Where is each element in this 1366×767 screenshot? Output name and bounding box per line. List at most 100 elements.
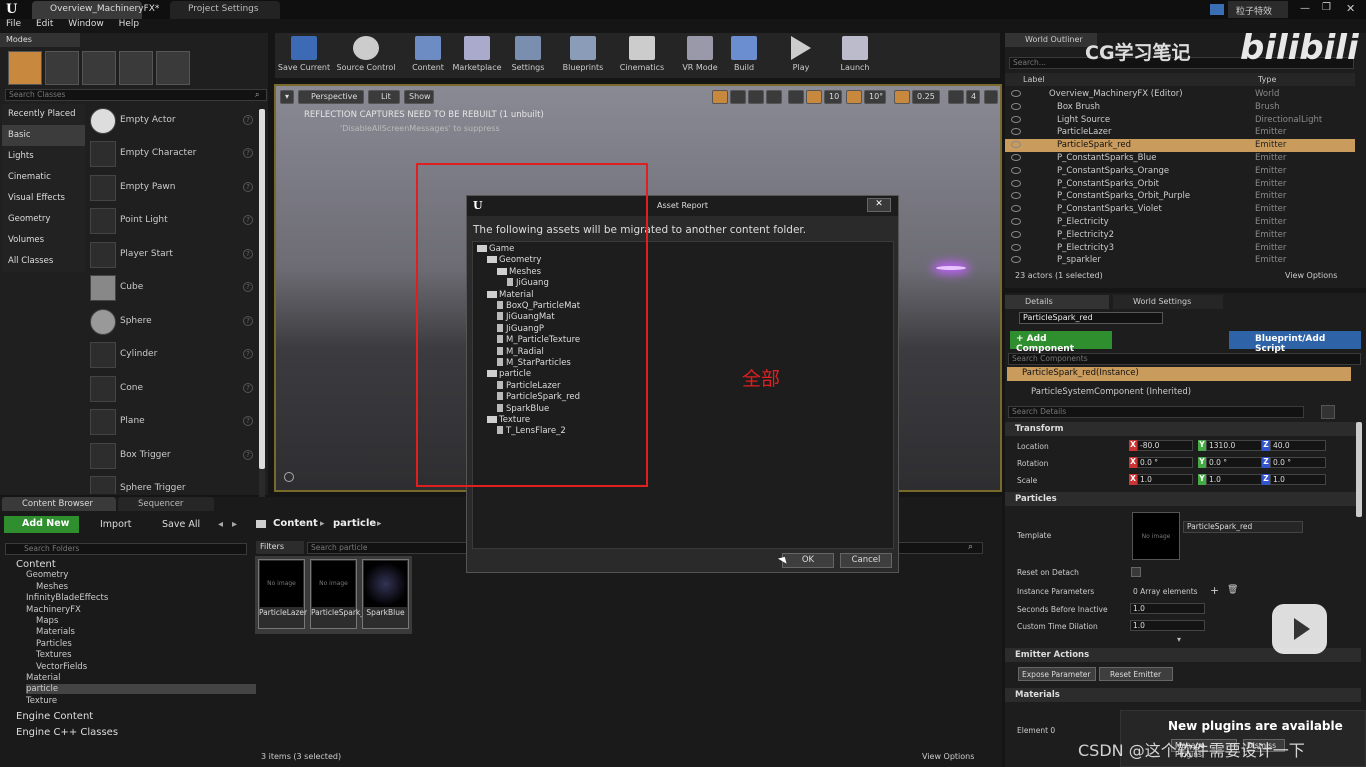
ok-button[interactable]: OK (782, 553, 834, 568)
location-x-field[interactable]: -80.0 (1137, 440, 1193, 451)
rotation-z-field[interactable]: 0.0 ° (1270, 457, 1326, 468)
perspective-button[interactable]: Perspective (298, 90, 364, 104)
folder-tree-item[interactable]: Content (16, 559, 56, 570)
landscape-mode-icon[interactable] (82, 51, 116, 85)
folder-tree-item[interactable]: InfinityBladeEffects (26, 593, 108, 603)
search-details-input[interactable]: Search Details (1008, 406, 1304, 418)
transform-section[interactable]: Transform (1005, 422, 1361, 436)
location-z-field[interactable]: 40.0 (1270, 440, 1326, 451)
camera-speed-icon[interactable] (948, 90, 964, 104)
visibility-eye-icon[interactable] (1011, 154, 1021, 161)
blueprints-button[interactable]: Blueprints (559, 36, 607, 76)
cancel-button[interactable]: Cancel (840, 553, 892, 568)
rotation-snap-value[interactable]: 10° (864, 90, 886, 104)
rotation-label[interactable]: Rotation (1017, 459, 1048, 468)
outliner-row[interactable]: P_sparkler Emitter (1005, 254, 1355, 266)
folder-tree-item[interactable]: MachineryFX (26, 605, 81, 615)
class-item[interactable]: Empty Character? (88, 139, 258, 171)
class-item[interactable]: Cube? (88, 273, 258, 305)
maximize-viewport-icon[interactable] (984, 90, 998, 104)
class-item[interactable]: Cylinder? (88, 340, 258, 372)
rotation-snap-icon[interactable] (846, 90, 862, 104)
world-space-icon[interactable] (766, 90, 782, 104)
class-item[interactable]: Point Light? (88, 206, 258, 238)
visibility-eye-icon[interactable] (1011, 141, 1021, 149)
help-icon[interactable]: ? (243, 148, 253, 158)
folder-tree-item[interactable]: Particles (36, 639, 72, 649)
advanced-expand-icon[interactable]: ▾ (1177, 635, 1181, 644)
camera-speed-value[interactable]: 4 (966, 90, 980, 104)
save-all-button[interactable]: Save All (148, 519, 200, 530)
outliner-row[interactable]: P_ConstantSparks_Orange Emitter (1005, 165, 1355, 178)
folder-tree-item[interactable]: Maps (36, 616, 58, 626)
actor-name-field[interactable]: ParticleSpark_red (1019, 312, 1163, 324)
class-item[interactable]: Sphere? (88, 307, 258, 339)
viewport-options-icon[interactable]: ▾ (280, 90, 294, 104)
visibility-eye-icon[interactable] (1011, 90, 1021, 97)
foliage-mode-icon[interactable] (119, 51, 153, 85)
help-icon[interactable]: ? (243, 383, 253, 393)
outliner-row[interactable]: P_ConstantSparks_Blue Emitter (1005, 152, 1355, 165)
visibility-eye-icon[interactable] (1011, 243, 1021, 251)
folder-tree-item[interactable]: Engine C++ Classes (16, 727, 118, 738)
source-control-button[interactable]: Source Control (335, 36, 397, 76)
scrollbar[interactable] (259, 109, 265, 504)
outliner-row[interactable]: P_ConstantSparks_Violet Emitter (1005, 203, 1355, 216)
folder-tree-item[interactable]: Materials (36, 627, 75, 637)
outliner-row[interactable]: P_ConstantSparks_Orbit Emitter (1005, 178, 1355, 191)
close-icon[interactable]: ✕ (1346, 2, 1355, 15)
breadcrumb-arrow-icon[interactable]: ▸ (377, 519, 382, 529)
category-all-classes[interactable]: All Classes (2, 251, 85, 272)
add-new-button[interactable]: Add New (4, 516, 79, 533)
cinematics-button[interactable]: Cinematics (617, 36, 667, 76)
class-item[interactable]: Player Start? (88, 240, 258, 272)
custom-time-dilation-field[interactable]: 1.0 (1130, 620, 1205, 631)
play-button[interactable]: Play (783, 36, 819, 76)
reset-emitter-button[interactable]: Reset Emitter (1099, 667, 1173, 681)
tab-details[interactable]: Details (1005, 295, 1109, 309)
category-geometry[interactable]: Geometry (2, 209, 85, 230)
class-item[interactable]: Empty Pawn? (88, 173, 258, 205)
minimize-icon[interactable]: — (1300, 3, 1310, 14)
geometry-mode-icon[interactable] (156, 51, 190, 85)
import-button[interactable]: Import (88, 519, 132, 530)
scale-tool-icon[interactable] (748, 90, 764, 104)
category-lights[interactable]: Lights (2, 146, 85, 167)
type-column[interactable]: Type (1258, 75, 1276, 84)
visibility-eye-icon[interactable] (1011, 230, 1021, 238)
class-item[interactable]: Sphere Trigger (88, 474, 258, 494)
outliner-row[interactable]: P_Electricity Emitter (1005, 216, 1355, 229)
help-icon[interactable]: ? (243, 282, 253, 292)
search-folders-input[interactable]: Search Folders (5, 543, 247, 555)
settings-button[interactable]: Settings (509, 36, 547, 76)
blueprint-add-script-button[interactable]: Blueprint/Add Script (1229, 331, 1361, 354)
build-button[interactable]: Build (729, 36, 759, 76)
grid-snap-icon[interactable] (806, 90, 822, 104)
visibility-eye-icon[interactable] (1011, 128, 1021, 136)
forward-icon[interactable]: ▸ (232, 519, 237, 530)
class-item[interactable]: Empty Actor? (88, 106, 258, 138)
folder-tree-item[interactable]: VectorFields (36, 662, 87, 672)
seconds-before-inactive-field[interactable]: 1.0 (1130, 603, 1205, 614)
tab-content-browser[interactable]: Content Browser (2, 497, 116, 511)
outliner-row[interactable]: Box Brush Brush (1005, 101, 1355, 114)
folder-tree-item[interactable]: Texture (26, 696, 57, 706)
help-icon[interactable]: ? (243, 349, 253, 359)
vr-mode-button[interactable]: VR Mode (677, 36, 723, 76)
class-item[interactable]: Box Trigger? (88, 441, 258, 473)
marketplace-button[interactable]: Marketplace (451, 36, 503, 76)
scale-y-field[interactable]: 1.0 (1206, 474, 1262, 485)
category-recently-placed[interactable]: Recently Placed (2, 104, 85, 125)
reset-on-detach-checkbox[interactable] (1131, 567, 1141, 577)
template-dropdown[interactable]: ParticleSpark_red (1183, 521, 1303, 533)
outliner-view-options-button[interactable]: View Options (1285, 271, 1337, 280)
visibility-eye-icon[interactable] (1011, 256, 1021, 264)
scale-label[interactable]: Scale (1017, 476, 1037, 485)
delete-icon[interactable]: 🗑 (1227, 585, 1238, 595)
menu-file[interactable]: File (6, 19, 21, 29)
materials-section[interactable]: Materials (1005, 688, 1361, 702)
category-volumes[interactable]: Volumes (2, 230, 85, 251)
outliner-row[interactable]: ParticleLazer Emitter (1005, 126, 1355, 139)
search-components-input[interactable]: Search Components (1008, 353, 1361, 365)
component-inherited-row[interactable]: ParticleSystemComponent (Inherited) (1031, 387, 1191, 397)
